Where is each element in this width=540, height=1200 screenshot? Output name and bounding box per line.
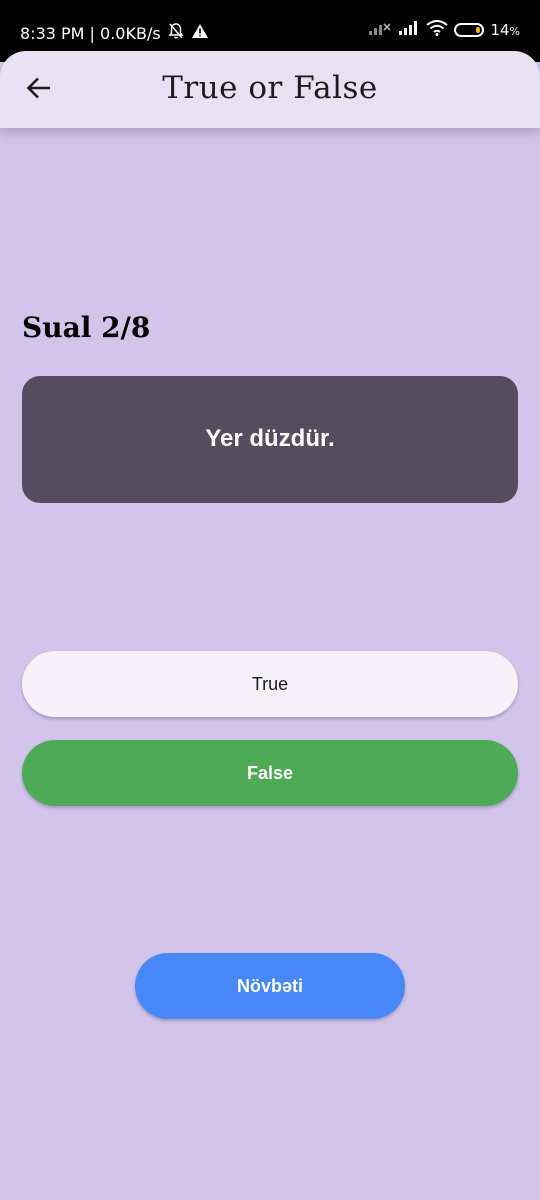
status-left: 8:33 PM | 0.0KB/s bbox=[20, 22, 209, 44]
battery-percent: 14% bbox=[490, 21, 520, 39]
alert-icon bbox=[191, 23, 209, 43]
next-button[interactable]: Növbəti bbox=[135, 953, 405, 1019]
battery-icon bbox=[454, 23, 485, 37]
true-button[interactable]: True bbox=[22, 651, 518, 717]
bell-off-icon bbox=[167, 22, 185, 44]
page-title: True or False bbox=[162, 70, 378, 106]
wifi-icon bbox=[426, 20, 449, 40]
status-time-speed: 8:33 PM | 0.0KB/s bbox=[20, 23, 161, 43]
signal-icon bbox=[398, 20, 420, 40]
signal-x-icon bbox=[368, 20, 392, 40]
true-button-label: True bbox=[251, 673, 289, 694]
app-bar: True or False bbox=[0, 51, 540, 128]
question-text: Yer düzdür. bbox=[205, 424, 335, 452]
question-card: Yer düzdür. bbox=[22, 376, 518, 503]
false-button[interactable]: False bbox=[22, 740, 518, 806]
next-button-label: Növbəti bbox=[236, 975, 303, 996]
false-button-label: False bbox=[246, 762, 294, 783]
battery-level bbox=[476, 27, 481, 33]
question-counter: Sual 2/8 bbox=[22, 311, 151, 344]
status-right: 14% bbox=[368, 20, 520, 40]
